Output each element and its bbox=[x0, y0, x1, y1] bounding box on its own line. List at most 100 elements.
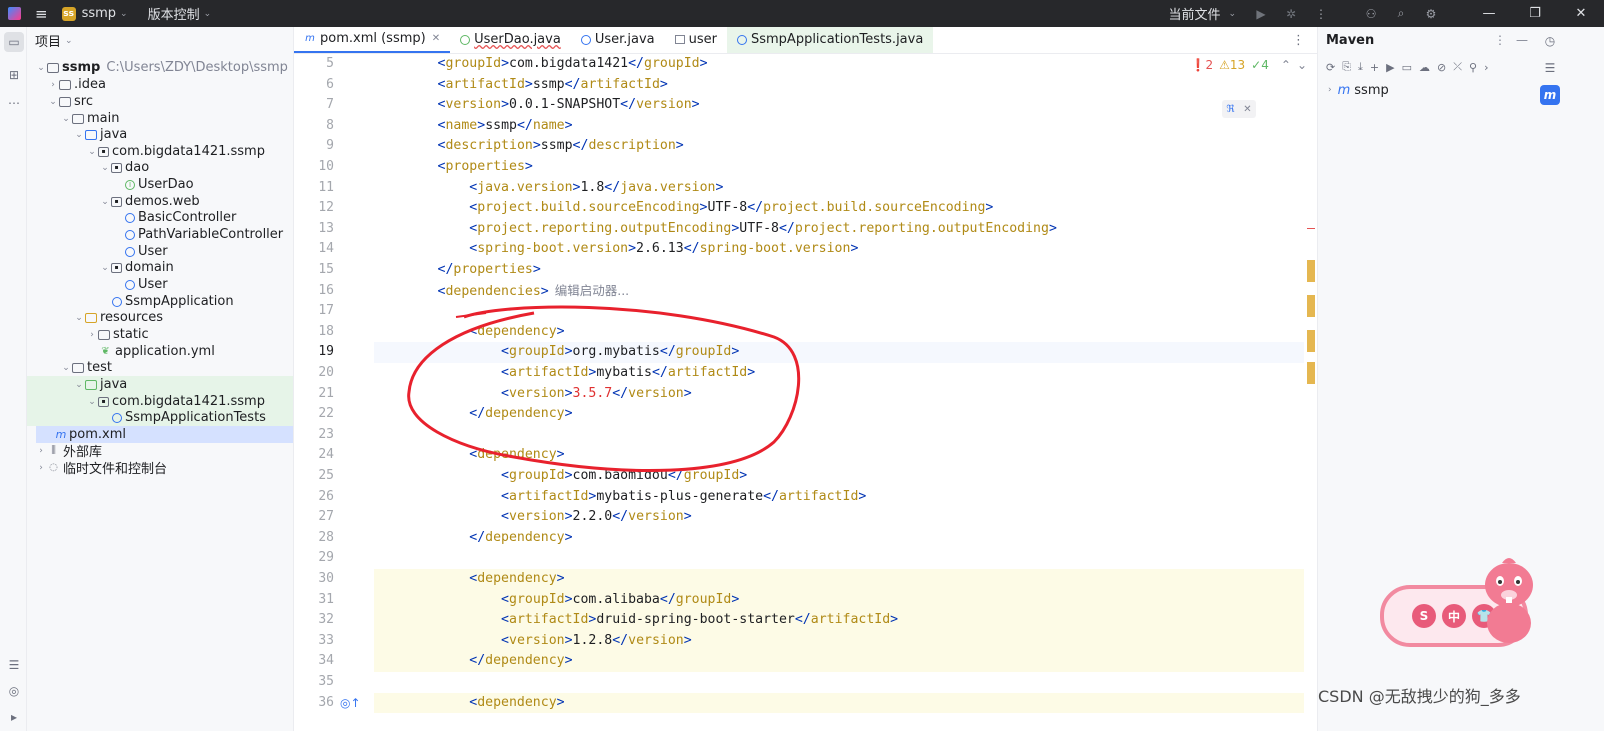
edit-starters-hint[interactable]: 编辑启动器... bbox=[555, 283, 629, 298]
tabs-more-icon[interactable]: ⋮ bbox=[1292, 33, 1305, 48]
expand-arrow-icon[interactable]: ⌄ bbox=[73, 380, 85, 390]
line-number[interactable]: 25 bbox=[294, 466, 334, 487]
tree-node-pathvariablecontroller[interactable]: PathVariableController bbox=[27, 226, 293, 243]
vcs-menu[interactable]: 版本控制 bbox=[148, 4, 200, 23]
code-line[interactable]: <version>2.2.0</version> bbox=[374, 507, 1304, 528]
line-number[interactable]: 13 bbox=[294, 219, 334, 240]
reader-mode-icon[interactable]: ℜ bbox=[1226, 104, 1234, 115]
expand-arrow-icon[interactable]: › bbox=[35, 463, 47, 473]
run-icon[interactable]: ▶ bbox=[1246, 0, 1276, 27]
close-icon[interactable]: ✕ bbox=[1243, 104, 1251, 115]
line-number[interactable]: 28 bbox=[294, 528, 334, 549]
database-icon[interactable]: ☰ bbox=[1540, 58, 1560, 78]
code-line[interactable]: </dependency> bbox=[374, 651, 1304, 672]
debug-icon[interactable]: ✲ bbox=[1276, 0, 1306, 27]
expand-arrow-icon[interactable]: › bbox=[1328, 85, 1332, 95]
tree-node-application-yml[interactable]: ❦ application.yml bbox=[27, 343, 293, 360]
code-line[interactable]: </properties> bbox=[374, 260, 1304, 281]
line-number[interactable]: 15 bbox=[294, 260, 334, 281]
run-config-selector[interactable]: 当前文件 bbox=[1168, 4, 1220, 23]
tree-node-dao[interactable]: ⌄ ▪ dao bbox=[27, 159, 293, 176]
line-number[interactable]: 17 bbox=[294, 301, 334, 322]
line-number[interactable]: 11 bbox=[294, 178, 334, 199]
expand-arrow-icon[interactable]: ⌄ bbox=[99, 163, 111, 173]
tree-node-resources[interactable]: ⌄ resources bbox=[27, 309, 293, 326]
tree-node-package[interactable]: ⌄ ▪ com.bigdata1421.ssmp bbox=[27, 143, 293, 160]
maven-tool-icon[interactable]: m bbox=[1540, 85, 1560, 105]
tab-user-table[interactable]: user bbox=[665, 27, 727, 53]
tab-pom-xml[interactable]: m pom.xml (ssmp) ✕ bbox=[294, 27, 451, 53]
line-number[interactable]: 21 bbox=[294, 384, 334, 405]
skip-tests-icon[interactable]: ⊘ bbox=[1437, 61, 1446, 74]
line-number[interactable]: 26 bbox=[294, 487, 334, 508]
reader-mode-widget[interactable]: ℜ ✕ bbox=[1222, 100, 1256, 118]
search-icon[interactable]: ⌕ bbox=[1386, 0, 1416, 27]
line-number[interactable]: 14 bbox=[294, 239, 334, 260]
tree-node-java[interactable]: ⌄ java bbox=[27, 126, 293, 143]
code-line[interactable]: <description>ssmp</description> bbox=[374, 136, 1304, 157]
maven-tree-root[interactable]: › m ssmp bbox=[1318, 80, 1536, 100]
expand-arrow-icon[interactable]: ⌄ bbox=[99, 263, 111, 273]
project-panel-header[interactable]: 项目 ⌄ bbox=[27, 27, 293, 54]
tree-node-user-web[interactable]: User bbox=[27, 243, 293, 260]
tree-node-ssmp[interactable]: ⌄ ssmp C:\Users\ZDY\Desktop\ssmp bbox=[27, 59, 293, 76]
expand-arrow-icon[interactable]: › bbox=[35, 446, 47, 456]
tree-node-test-java[interactable]: ⌄ java bbox=[27, 376, 293, 393]
tree-node-ssmpapplicationtests[interactable]: SsmpApplicationTests bbox=[27, 409, 293, 426]
restore-button[interactable]: ❐ bbox=[1512, 0, 1558, 27]
generate-sources-icon[interactable]: ⎘ bbox=[1342, 60, 1351, 74]
services-tool-icon[interactable]: ◎ bbox=[4, 681, 24, 701]
project-switcher[interactable]: ssmp bbox=[82, 6, 116, 21]
line-number[interactable]: 16 bbox=[294, 281, 334, 302]
line-number[interactable]: 8 bbox=[294, 116, 334, 137]
line-number[interactable]: 24 bbox=[294, 445, 334, 466]
reload-icon[interactable]: ⟳ bbox=[1326, 61, 1335, 74]
code-line[interactable]: <properties> bbox=[374, 157, 1304, 178]
code-line[interactable]: <groupId>com.alibaba</groupId> bbox=[374, 589, 1304, 611]
expand-arrow-icon[interactable]: ⌄ bbox=[86, 147, 98, 157]
code-line[interactable]: <spring-boot.version>2.6.13</spring-boot… bbox=[374, 239, 1304, 260]
line-number[interactable]: 5 bbox=[294, 54, 334, 75]
code-line[interactable] bbox=[374, 548, 1304, 569]
terminal-tool-icon[interactable]: ▸ bbox=[4, 707, 24, 727]
code-line[interactable] bbox=[374, 672, 1304, 693]
prev-highlight-icon[interactable]: ⌃ bbox=[1281, 58, 1291, 72]
tree-node-basiccontroller[interactable]: BasicController bbox=[27, 209, 293, 226]
line-number[interactable]: 33 bbox=[294, 631, 334, 652]
tab-ssmpapplicationtests[interactable]: SsmpApplicationTests.java bbox=[726, 27, 934, 53]
tree-node-main[interactable]: ⌄ main bbox=[27, 110, 293, 127]
more-icon[interactable]: › bbox=[1484, 61, 1488, 74]
more-actions-icon[interactable]: ⋮ bbox=[1306, 0, 1336, 27]
tree-node-test-package[interactable]: ⌄ ▪ com.bigdata1421.ssmp bbox=[27, 393, 293, 410]
more-tools-icon[interactable]: ⋯ bbox=[4, 93, 24, 113]
error-marker[interactable] bbox=[1307, 228, 1315, 229]
main-menu-icon[interactable]: ≡ bbox=[35, 5, 48, 23]
project-badge[interactable]: ss bbox=[61, 6, 76, 21]
change-marker[interactable] bbox=[1307, 362, 1315, 384]
code-line[interactable]: </dependency> bbox=[374, 528, 1304, 549]
collapse-icon[interactable]: ⤫ bbox=[1453, 60, 1462, 74]
expand-arrow-icon[interactable]: ⌄ bbox=[99, 197, 111, 207]
add-user-icon[interactable]: ⚇ bbox=[1356, 0, 1386, 27]
tree-node-demos-web[interactable]: ⌄ ▪ demos.web bbox=[27, 193, 293, 210]
tree-node-ssmpapplication[interactable]: SsmpApplication bbox=[27, 293, 293, 310]
line-number[interactable]: 9 bbox=[294, 136, 334, 157]
expand-arrow-icon[interactable]: ⌄ bbox=[73, 313, 85, 323]
expand-arrow-icon[interactable]: › bbox=[47, 80, 59, 90]
line-number[interactable]: 34 bbox=[294, 651, 334, 672]
change-marker[interactable] bbox=[1307, 260, 1315, 282]
project-tool-icon[interactable]: ▭ bbox=[4, 32, 24, 52]
execute-goal-icon[interactable]: ▭ bbox=[1402, 61, 1412, 74]
show-dependencies-icon[interactable]: ⚲ bbox=[1469, 61, 1477, 74]
expand-arrow-icon[interactable]: ⌄ bbox=[73, 130, 85, 140]
run-goal-icon[interactable]: ▶ bbox=[1386, 61, 1394, 74]
code-line[interactable]: <artifactId>ssmp</artifactId> bbox=[374, 75, 1304, 96]
line-number[interactable]: 27 bbox=[294, 507, 334, 528]
more-options-icon[interactable]: ⋮ bbox=[1494, 33, 1506, 47]
settings-gear-icon[interactable]: ⚙ bbox=[1416, 0, 1446, 27]
inspection-widget[interactable]: ❗2 ⚠13 ✓4 ⌃ ⌄ bbox=[1191, 58, 1307, 72]
code-line[interactable]: <dependency> bbox=[374, 569, 1304, 590]
line-number[interactable]: 10 bbox=[294, 157, 334, 178]
line-number[interactable]: 12 bbox=[294, 198, 334, 219]
tree-node-external-libraries[interactable]: › ⫼ 外部库 bbox=[27, 442, 293, 460]
